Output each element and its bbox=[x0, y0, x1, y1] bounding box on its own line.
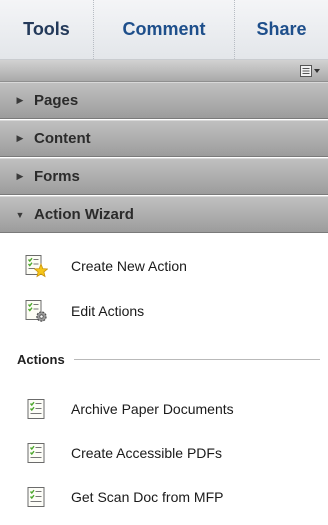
panel-options-icon bbox=[300, 64, 312, 77]
chevron-down-icon bbox=[314, 68, 320, 73]
action-list-icon bbox=[27, 399, 45, 419]
item-label: Archive Paper Documents bbox=[71, 401, 234, 417]
triangle-right-icon: ▶ bbox=[16, 171, 24, 181]
section-label: Pages bbox=[34, 92, 79, 109]
action-item-archive-paper-documents[interactable]: Archive Paper Documents bbox=[0, 390, 328, 428]
action-item-create-accessible-pdfs[interactable]: Create Accessible PDFs bbox=[0, 434, 328, 472]
actions-heading-label: Actions bbox=[17, 351, 65, 367]
section-content[interactable]: ▶ Content bbox=[0, 120, 328, 157]
triangle-right-icon: ▶ bbox=[16, 95, 24, 105]
action-list-icon bbox=[27, 487, 45, 507]
triangle-right-icon: ▶ bbox=[16, 133, 24, 143]
edit-actions-icon bbox=[25, 300, 47, 322]
tab-share[interactable]: Share bbox=[234, 0, 328, 59]
divider bbox=[73, 359, 320, 360]
item-label: Create New Action bbox=[71, 258, 187, 274]
section-label: Action Wizard bbox=[34, 206, 134, 223]
pane-options-bar bbox=[0, 60, 328, 82]
tab-tools[interactable]: Tools bbox=[0, 0, 93, 59]
item-label: Create Accessible PDFs bbox=[71, 445, 222, 461]
action-item-get-scan-doc-from-mfp[interactable]: Get Scan Doc from MFP bbox=[0, 478, 328, 516]
triangle-down-icon: ▼ bbox=[15, 209, 25, 220]
edit-actions-item[interactable]: Edit Actions bbox=[0, 292, 328, 330]
create-new-action-item[interactable]: Create New Action bbox=[0, 247, 328, 285]
panel-options-button[interactable] bbox=[300, 63, 322, 78]
tab-comment[interactable]: Comment bbox=[93, 0, 234, 59]
actions-heading: Actions bbox=[17, 350, 320, 368]
item-label: Get Scan Doc from MFP bbox=[71, 489, 224, 505]
action-list-icon bbox=[27, 443, 45, 463]
section-forms[interactable]: ▶ Forms bbox=[0, 158, 328, 195]
section-label: Forms bbox=[34, 168, 80, 185]
section-pages[interactable]: ▶ Pages bbox=[0, 82, 328, 119]
section-label: Content bbox=[34, 130, 91, 147]
item-label: Edit Actions bbox=[71, 303, 145, 319]
section-action-wizard[interactable]: ▼ Action Wizard bbox=[0, 196, 328, 233]
tools-pane-header: Tools Comment Share bbox=[0, 0, 328, 60]
create-action-icon bbox=[25, 255, 48, 278]
